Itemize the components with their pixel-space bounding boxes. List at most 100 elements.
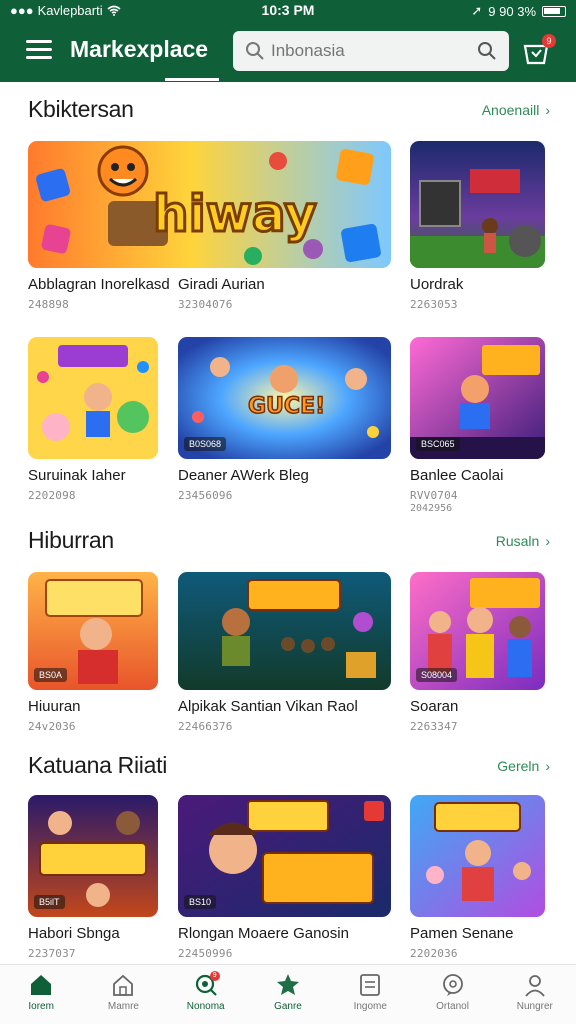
product-thumbnail[interactable]: B5ilT (28, 795, 158, 917)
section-title: Kbiktersan (28, 96, 134, 122)
see-all-link[interactable]: Rusaln › (496, 533, 550, 549)
product-tag: B5ilT (34, 895, 65, 909)
star-bag-icon (276, 974, 299, 995)
nav-item-search[interactable]: 9 Nonoma (165, 965, 247, 1024)
product-thumbnail[interactable]: BS0A (28, 572, 158, 690)
app-title: Markexplace (70, 36, 209, 62)
nav-label: Nungrer (516, 1001, 553, 1012)
hamburger-line (26, 56, 52, 59)
product-tag: B0S068 (184, 437, 227, 451)
product-card[interactable]: Alpikak Santian Vikan Raol 22466376 (178, 572, 391, 733)
search-bar[interactable] (233, 31, 509, 71)
chevron-right-icon: › (545, 758, 550, 774)
product-thumbnail[interactable]: BS10 (178, 795, 391, 917)
product-meta: RVV0704 (410, 489, 458, 502)
search-submit-icon[interactable] (477, 41, 497, 61)
product-thumbnail[interactable]: hiway (28, 141, 391, 268)
product-thumbnail[interactable] (410, 141, 545, 268)
product-thumbnail[interactable] (28, 337, 158, 459)
nav-item-profile[interactable]: Nungrer (494, 965, 576, 1024)
search-icon (246, 42, 264, 60)
nav-label: Nonoma (186, 1001, 225, 1012)
home-icon (31, 975, 52, 995)
search-input[interactable] (271, 38, 461, 64)
hamburger-line (26, 48, 52, 51)
chevron-right-icon: › (545, 533, 550, 549)
product-thumbnail[interactable]: GUCE! B0S068 (178, 337, 391, 459)
svg-text:hiway: hiway (153, 185, 317, 243)
product-name: Deaner AWerk Bleg (178, 467, 309, 484)
product-name: Abblagran Inorelkasd (28, 276, 170, 293)
hamburger-icon (26, 40, 52, 43)
product-name: Alpikak Santian Vikan Raol (178, 698, 358, 715)
product-meta: 2263347 (410, 720, 458, 733)
product-tag: BSC065 (416, 437, 460, 451)
see-all-label: Anoenaill (481, 102, 540, 118)
product-tag: BS0A (34, 668, 68, 682)
nav-badge: 9 (209, 971, 220, 981)
nav-item-chat[interactable]: Ortanol (411, 965, 493, 1024)
product-thumbnail[interactable]: S08004 (410, 572, 545, 690)
see-all-link[interactable]: Anoenaill › (482, 102, 550, 118)
section-header-katuana: Katuana Riiati Gereln › (28, 752, 550, 782)
product-meta: 2202098 (28, 489, 76, 502)
product-meta: 24v2036 (28, 720, 76, 733)
product-tag: S08004 (416, 668, 458, 682)
product-card[interactable]: S08004 Soaran 2263347 (410, 572, 545, 733)
status-right: ➚ 9 90 3% (471, 3, 566, 19)
nav-label: Ganre (274, 1001, 302, 1012)
nav-item-list[interactable]: Ingome (329, 965, 411, 1024)
cart-badge: 9 (542, 34, 556, 48)
product-meta: 2263053 (410, 298, 458, 311)
product-name: Pamen Senane (410, 925, 514, 942)
product-name: Banlee Caolai (410, 467, 504, 484)
app-header: ●●● Kavlepbarti 10:3 PM ➚ 9 90 3% Markex… (0, 0, 576, 82)
product-name: Soaran (410, 698, 459, 715)
product-card[interactable]: hiway Abblagran Inorelkasd 248898 Giradi… (28, 141, 391, 311)
nav-item-games[interactable]: Ganre (247, 965, 329, 1024)
product-meta: 2202036 (410, 947, 458, 960)
product-thumbnail[interactable] (410, 795, 545, 917)
product-thumbnail[interactable] (178, 572, 391, 690)
section-header-kbiktersan: Kbiktersan Anoenaill › (28, 96, 550, 126)
product-card[interactable]: Suruinak Iaher 2202098 (28, 337, 158, 502)
product-card[interactable]: GUCE! B0S068 Deaner AWerk Bleg 23456096 (178, 337, 391, 502)
section-header-hiburran: Hiburran Rusaln › (28, 527, 550, 557)
product-card[interactable]: B5ilT Habori Sbnga 2237037 (28, 795, 158, 960)
product-tag: BS10 (184, 895, 217, 909)
status-bar: ●●● Kavlepbarti 10:3 PM ➚ 9 90 3% (0, 0, 576, 22)
product-meta-secondary: 2042956 (410, 503, 453, 514)
product-meta: 22450996 (178, 947, 233, 960)
nav-label: Mamre (107, 1001, 139, 1012)
product-name: Giradi Aurian (178, 276, 265, 293)
nav-label: Ortanol (436, 1001, 469, 1012)
product-name: Habori Sbnga (28, 925, 120, 942)
section-title: Katuana Riiati (28, 752, 167, 778)
list-icon (360, 974, 381, 996)
product-card[interactable]: BS10 Rlongan Moaere Ganosin 22450996 (178, 795, 391, 960)
product-meta: 248898 (28, 298, 69, 311)
chat-icon (442, 974, 463, 996)
cart-button[interactable]: 9 (522, 34, 556, 66)
product-card[interactable]: BSC065 Banlee Caolai RVV0704 2042956 (410, 337, 545, 514)
see-all-link[interactable]: Gereln › (497, 758, 550, 774)
nav-item-home[interactable]: Iorem (0, 965, 82, 1024)
svg-text:GUCE!: GUCE! (248, 394, 325, 419)
battery-icon (542, 5, 566, 17)
product-name: Uordrak (410, 276, 464, 293)
product-name: Rlongan Moaere Ganosin (178, 925, 349, 942)
product-thumbnail[interactable]: BSC065 (410, 337, 545, 459)
product-meta: 2237037 (28, 947, 76, 960)
menu-button[interactable] (26, 40, 52, 60)
product-meta: 23456096 (178, 489, 233, 502)
section-title: Hiburran (28, 527, 114, 553)
product-card[interactable]: Pamen Senane 2202036 (410, 795, 545, 960)
product-card[interactable]: BS0A Hiuuran 24v2036 (28, 572, 158, 733)
product-name: Suruinak Iaher (28, 467, 126, 484)
nav-item-store[interactable]: Mamre (82, 965, 164, 1024)
title-underline (165, 78, 219, 81)
store-icon (113, 974, 134, 996)
nav-label: Ingome (353, 1001, 387, 1012)
product-card[interactable]: Uordrak 2263053 (410, 141, 545, 311)
see-all-label: Gereln (497, 758, 540, 774)
